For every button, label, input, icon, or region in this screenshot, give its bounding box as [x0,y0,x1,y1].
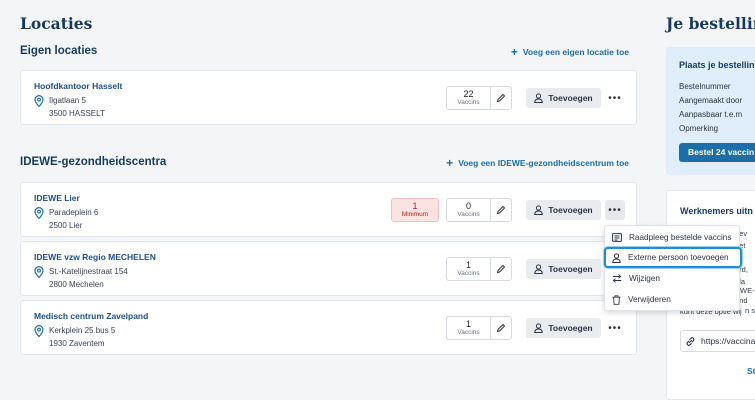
vaccins-box: 1 Vaccins [446,257,512,281]
location-city: 2500 Lier [49,221,83,230]
edit-vaccins-button[interactable] [491,258,511,280]
own-locations-title: Eigen locaties [20,45,98,57]
vaccins-label: Vaccins [457,329,480,337]
location-city: 3500 HASSELT [49,109,105,118]
menu-item-edit[interactable]: Wijzigen [605,269,741,288]
add-person-button[interactable]: Toevoegen [526,318,601,338]
map-pin-icon [34,95,44,107]
map-pin-icon [34,266,44,278]
pencil-icon [496,205,506,215]
more-options-button[interactable]: ••• [605,200,625,220]
location-card-lier: IDEWE Lier Paradeplein 6 2500 Lier 1 Min… [20,182,637,237]
person-icon [612,252,621,263]
order-heading: Plaats je bestellin [679,60,755,70]
location-name[interactable]: IDEWE Lier [34,193,80,203]
vaccins-box: 0 Vaccins [446,198,512,222]
menu-item-view-ordered-vaccins[interactable]: Raadpleeg bestelde vaccins [605,228,741,247]
edit-vaccins-button[interactable] [491,317,511,339]
person-icon [534,205,544,215]
add-person-button[interactable]: Toevoegen [526,259,601,279]
minimum-label: Minimum [401,211,429,219]
vaccins-count: 0 [465,200,471,211]
employees-link[interactable]: St [747,366,755,376]
location-city: 1930 Zaventem [49,339,105,348]
location-street: Ilgatlaan 5 [49,96,86,105]
edit-vaccins-button[interactable] [491,87,511,109]
employees-panel-title: Werknemers uitn [680,206,753,216]
location-card-zaventem: Medisch centrum Zavelpand Kerkplein 25 b… [20,300,637,355]
trash-icon [612,294,621,305]
pencil-icon [496,264,506,274]
location-name[interactable]: IDEWE vzw Regio MECHELEN [34,252,156,262]
vaccins-label: Vaccins [457,99,480,107]
swap-icon [612,274,622,283]
add-person-button[interactable]: Toevoegen [526,88,601,108]
ellipsis-icon: ••• [608,92,622,104]
vaccins-box: 1 Vaccins [446,316,512,340]
map-pin-icon [34,207,44,219]
ellipsis-icon: ••• [608,322,622,334]
vaccins-count: 22 [463,88,474,99]
employees-text-fragment: n s [745,306,755,315]
edit-vaccins-button[interactable] [491,199,511,221]
location-card-hasselt: Hoofdkantoor Hasselt Ilgatlaan 5 3500 HA… [20,70,637,125]
order-row-editable-until: Aanpasbaar t.e.m [679,110,743,119]
vaccins-count: 1 [465,318,471,329]
plus-icon: + [510,45,518,59]
person-icon [534,323,544,333]
order-row-number: Bestelnummer [679,82,731,91]
location-street: St.-Katelijnestraat 154 [49,267,128,276]
more-options-button[interactable]: ••• [605,88,625,108]
order-panel-title: Je bestelling [666,14,755,33]
location-street: Kerkplein 25 bus 5 [49,326,116,335]
minimum-count: 1 [412,200,418,211]
location-context-menu: Raadpleeg bestelde vaccins Externe perso… [604,225,742,311]
location-name[interactable]: Medisch centrum Zavelpand [34,311,148,321]
minimum-badge: 1 Minimum [391,198,439,222]
person-icon [534,264,544,274]
location-card-mechelen: IDEWE vzw Regio MECHELEN St.-Katelijnest… [20,241,637,296]
more-options-button[interactable]: ••• [605,318,625,338]
map-pin-icon [34,325,44,337]
plus-icon: + [446,156,454,170]
person-icon [534,93,544,103]
order-row-created-by: Aangemaakt door [679,96,743,105]
vaccins-count: 1 [465,259,471,270]
order-row-remark: Opmerking [679,124,719,133]
page-title: Locaties [20,14,93,33]
vaccins-box: 22 Vaccins [446,86,512,110]
pencil-icon [496,323,506,333]
menu-item-add-external-person[interactable]: Externe persoon toevoegen [604,247,742,268]
place-order-button[interactable]: Bestel 24 vaccin [679,143,755,162]
add-own-location-link[interactable]: + Voeg een eigen locatie toe [511,46,629,58]
vaccination-url-field[interactable]: https://vaccina [680,330,755,352]
add-idewe-center-link[interactable]: + Voeg een IDEWE-gezondheidscentrum toe [446,157,629,169]
list-icon [612,233,622,242]
vaccins-label: Vaccins [457,211,480,219]
location-city: 2800 Mechelen [49,280,104,289]
link-icon [686,336,695,346]
vaccins-label: Vaccins [457,270,480,278]
location-street: Paradeplein 6 [49,208,99,217]
location-name[interactable]: Hoofdkantoor Hasselt [34,81,122,91]
menu-item-delete[interactable]: Verwijderen [605,290,741,309]
add-person-button[interactable]: Toevoegen [526,200,601,220]
idewe-centers-title: IDEWE-gezondheidscentra [20,156,167,168]
ellipsis-icon: ••• [608,204,622,216]
pencil-icon [496,93,506,103]
